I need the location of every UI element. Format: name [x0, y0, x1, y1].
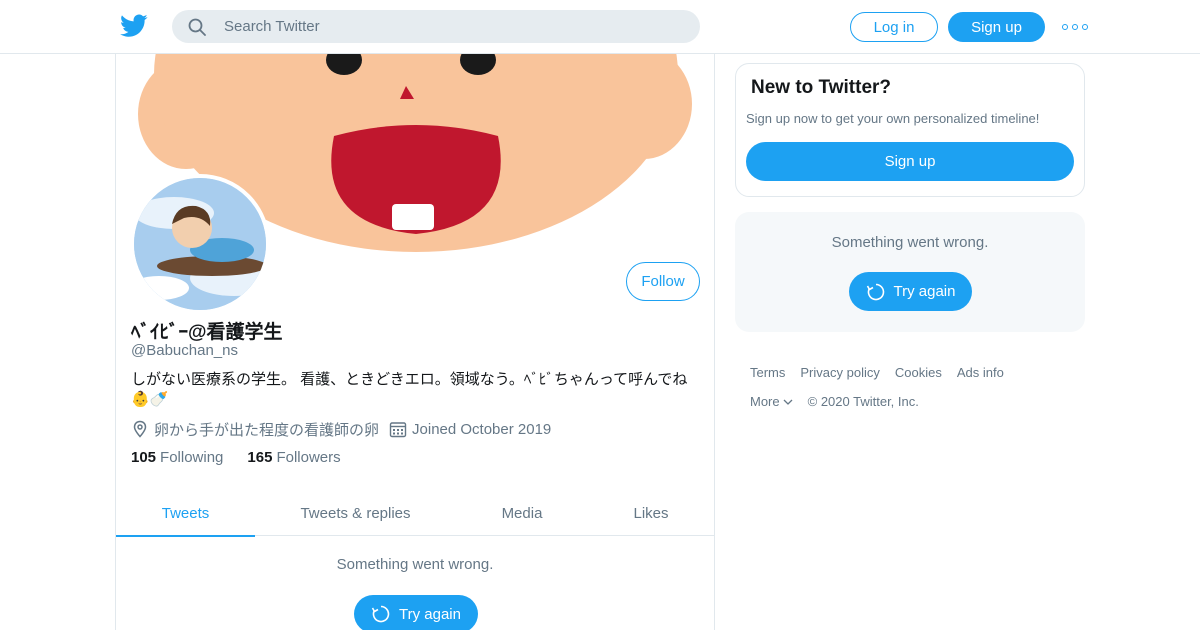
display-name: ﾍﾞｲﾋﾞｰ@看護学生 — [131, 322, 283, 343]
sidebar-try-again-button[interactable]: Try again — [849, 272, 972, 311]
signup-button[interactable]: Sign up — [948, 12, 1045, 42]
profile-column: Follow ﾍﾞｲﾋﾞｰ@看護学生 @Babuchan_ns しがない医療系の… — [115, 54, 715, 630]
new-to-twitter-card: New to Twitter? Sign up now to get your … — [735, 63, 1085, 197]
profile-meta: 卵から手が出た程度の看護師の卵 Joined October 2019 — [131, 418, 551, 440]
location-pin-icon — [133, 420, 147, 438]
profile-bio: しがない医療系の学生。 看護、ときどきエロ。領域なう。ﾍﾞﾋﾞちゃんって呼んでね… — [131, 371, 688, 408]
footer-link-ads-info[interactable]: Ads info — [957, 365, 1004, 380]
footer: Terms Privacy policy Cookies Ads info Mo… — [750, 363, 1085, 410]
footer-link-terms[interactable]: Terms — [750, 365, 785, 380]
new-to-twitter-title: New to Twitter? — [751, 77, 892, 98]
avatar-image — [134, 178, 266, 310]
chevron-down-icon — [783, 399, 793, 405]
follow-stats: 105 Following 165 Followers — [131, 449, 341, 466]
sidebar-error-message: Something went wrong. — [831, 234, 989, 251]
refresh-icon — [371, 605, 390, 623]
search-icon — [188, 18, 206, 36]
search-bar[interactable] — [172, 10, 700, 43]
dot — [1072, 24, 1078, 30]
new-to-twitter-subtitle: Sign up now to get your own personalized… — [746, 111, 1040, 126]
screen-name[interactable]: @Babuchan_ns — [131, 342, 238, 359]
following-link[interactable]: 105 Following — [131, 449, 223, 466]
dot — [1082, 24, 1088, 30]
tab-tweets-replies[interactable]: Tweets & replies — [255, 490, 456, 536]
footer-link-cookies[interactable]: Cookies — [895, 365, 942, 380]
follow-button[interactable]: Follow — [626, 262, 700, 301]
sidebar-error-card: Something went wrong. Try again — [735, 212, 1085, 332]
refresh-icon — [866, 283, 884, 300]
footer-more-button[interactable]: More — [750, 394, 793, 409]
footer-link-privacy[interactable]: Privacy policy — [800, 365, 879, 380]
search-input[interactable] — [222, 10, 682, 43]
calendar-icon — [389, 422, 407, 438]
joined-date: Joined October 2019 — [412, 420, 552, 438]
copyright: © 2020 Twitter, Inc. — [807, 393, 919, 409]
profile-tabs: Tweets Tweets & replies Media Likes — [116, 490, 714, 537]
tab-media[interactable]: Media — [456, 490, 588, 536]
twitter-bird-icon[interactable] — [120, 13, 148, 39]
tab-likes[interactable]: Likes — [588, 490, 714, 536]
following-count: 105 — [131, 449, 157, 466]
followers-label: Followers — [276, 449, 341, 466]
dot — [1062, 24, 1068, 30]
following-label: Following — [160, 449, 224, 466]
login-button[interactable]: Log in — [850, 12, 938, 42]
top-bar: Log in Sign up — [0, 0, 1200, 54]
timeline-error-message: Something went wrong. — [336, 556, 494, 573]
avatar[interactable] — [130, 174, 270, 314]
footer-more-label: More — [750, 393, 780, 409]
location-text: 卵から手が出た程度の看護師の卵 — [154, 421, 380, 439]
more-dots-icon[interactable] — [1062, 18, 1088, 36]
timeline-try-again-button[interactable]: Try again — [354, 595, 478, 630]
try-again-label: Try again — [399, 605, 461, 623]
sidebar-signup-button[interactable]: Sign up — [746, 142, 1074, 181]
try-again-label: Try again — [893, 283, 956, 300]
followers-link[interactable]: 165 Followers — [247, 449, 340, 466]
tab-tweets[interactable]: Tweets — [116, 490, 255, 537]
followers-count: 165 — [247, 449, 273, 466]
